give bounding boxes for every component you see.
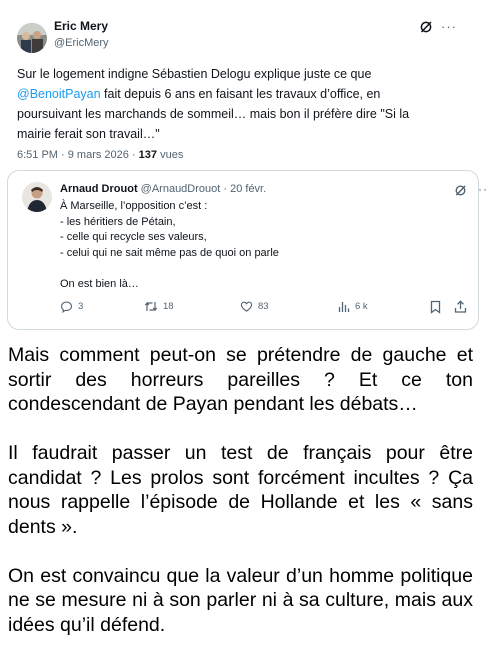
views-count: 6 k [355, 301, 368, 312]
article-paragraph: On est convaincu que la valeur d’un homm… [8, 564, 473, 636]
article-paragraph: Mais comment peut-on se prétendre de gau… [8, 344, 473, 415]
repost-count: 18 [163, 301, 174, 312]
like-count: 83 [258, 301, 269, 312]
quoted-tweet[interactable]: Arnaud Drouot @ArnaudDrouot · 20 févr. ·… [7, 170, 488, 330]
action-bar: 3 18 83 6 k [60, 300, 474, 316]
bookmark-icon [430, 300, 441, 314]
grok-icon[interactable] [419, 20, 433, 34]
embedded-tweet: Eric Mery @EricMery ··· Sur le logement … [0, 0, 488, 335]
like-button[interactable]: 83 [240, 300, 269, 313]
author-name[interactable]: Eric Mery [54, 19, 108, 33]
quote-author: Arnaud Drouot @ArnaudDrouot · 20 févr. [60, 183, 266, 195]
reply-count: 3 [78, 301, 84, 312]
more-icon[interactable]: ··· [441, 19, 457, 34]
views-count: 137 [138, 149, 158, 161]
author-avatar[interactable] [17, 23, 47, 53]
timestamp[interactable]: 6:51 PM · 9 mars 2026 · [17, 149, 139, 161]
author-handle[interactable]: @EricMery [54, 37, 109, 49]
share-button[interactable] [454, 300, 467, 313]
repost-icon [144, 301, 158, 312]
reply-icon [61, 301, 72, 313]
mention-link[interactable]: @BenoitPayan [17, 87, 101, 101]
grok-icon[interactable] [454, 184, 467, 197]
tweet-text-start: Sur le logement indigne Sébastien Delogu… [17, 67, 372, 81]
quote-text: À Marseille, l’opposition c’est : - les … [60, 200, 279, 290]
bookmark-button[interactable] [430, 300, 441, 314]
quote-author-name[interactable]: Arnaud Drouot [60, 183, 138, 195]
tweet-meta: 6:51 PM · 9 mars 2026 · 137 vues [17, 149, 183, 161]
repost-button[interactable]: 18 [144, 300, 174, 313]
views-icon [338, 302, 350, 312]
like-icon [240, 301, 253, 312]
more-icon[interactable]: ··· [478, 182, 488, 196]
reply-button[interactable]: 3 [60, 300, 83, 313]
quote-author-avatar[interactable] [22, 182, 52, 212]
article-body: Mais comment peut-on se prétendre de gau… [8, 343, 473, 637]
tweet-text: Sur le logement indigne Sébastien Delogu… [17, 64, 427, 144]
views-button[interactable]: 6 k [338, 300, 368, 313]
share-icon [454, 300, 467, 313]
article-paragraph: Il faudrait passer un test de français p… [8, 442, 473, 538]
views-label: vues [157, 149, 184, 161]
quote-handle-date[interactable]: @ArnaudDrouot · 20 févr. [138, 183, 267, 195]
